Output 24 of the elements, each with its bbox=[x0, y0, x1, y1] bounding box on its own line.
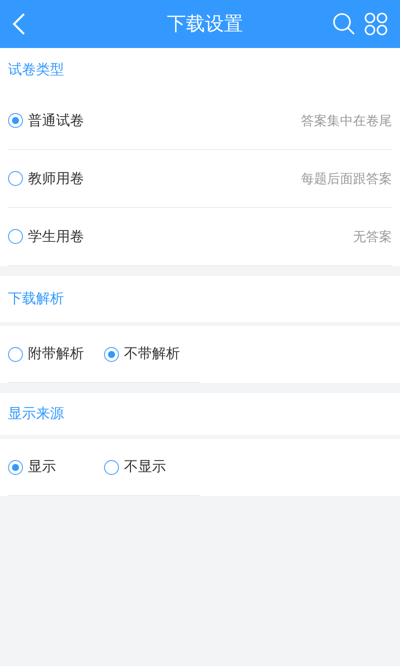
radio-button[interactable] bbox=[8, 460, 23, 474]
radio-option[interactable]: 显示 bbox=[8, 458, 104, 476]
option-note: 每题后面跟答案 bbox=[301, 170, 392, 188]
radio-option[interactable]: 学生用卷 bbox=[8, 228, 84, 246]
radio-button[interactable] bbox=[8, 171, 23, 186]
radio-option[interactable]: 普通试卷 bbox=[8, 112, 84, 130]
radio-button[interactable] bbox=[104, 460, 119, 474]
option-note: 答案集中在卷尾 bbox=[301, 112, 392, 130]
radio-option[interactable]: 不显示 bbox=[104, 458, 200, 476]
search-icon bbox=[332, 12, 356, 36]
page-title: 下载设置 bbox=[166, 12, 244, 37]
radio-option[interactable]: 教师用卷 bbox=[8, 170, 84, 188]
option-note: 无答案 bbox=[353, 228, 392, 246]
radio-option[interactable]: 不带解析 bbox=[104, 345, 200, 363]
radio-option[interactable]: 附带解析 bbox=[8, 345, 104, 363]
radio-button[interactable] bbox=[8, 113, 23, 128]
section-title: 显示来源 bbox=[7, 405, 65, 424]
section-title: 下载解析 bbox=[7, 290, 65, 309]
radio-button[interactable] bbox=[8, 346, 23, 362]
radio-button[interactable] bbox=[104, 346, 119, 362]
radio-button[interactable] bbox=[8, 229, 23, 244]
section-title: 试卷类型 bbox=[7, 61, 65, 80]
back-icon bbox=[12, 12, 26, 36]
grid-icon bbox=[364, 12, 388, 36]
